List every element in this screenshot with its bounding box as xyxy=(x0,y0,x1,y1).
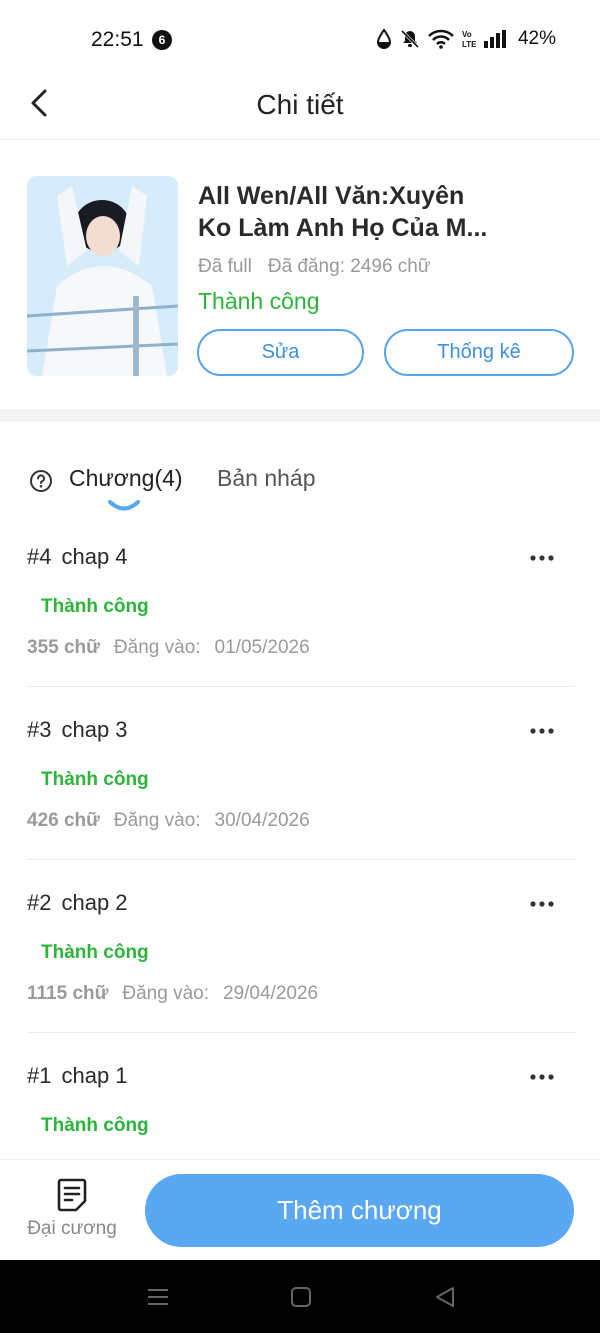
chapter-date: 30/04/2026 xyxy=(214,810,310,831)
mute-icon xyxy=(400,29,420,49)
section-divider xyxy=(0,409,600,422)
chapter-number: #4 xyxy=(27,544,52,569)
status-bar: 22:51 6 Vo LTE 42% xyxy=(0,0,600,80)
chapter-meta: 355 chữ Đăng vào: 01/05/2026 xyxy=(27,637,310,659)
home-square-icon xyxy=(291,1287,311,1307)
book-status: Thành công xyxy=(198,288,320,314)
outline-label: Đại cương xyxy=(27,1218,117,1239)
book-title: All Wen/All Văn:Xuyên Ko Làm Anh Họ Của … xyxy=(198,180,528,244)
chapter-word-count: 426 chữ xyxy=(27,810,100,831)
svg-text:Vo: Vo xyxy=(462,30,472,39)
status-icons: Vo LTE 42% xyxy=(376,28,556,50)
chapter-title: #2 chap 2 xyxy=(27,890,128,916)
more-options-button[interactable] xyxy=(525,890,559,918)
chapter-meta: 426 chữ Đăng vào: 30/04/2026 xyxy=(27,810,310,832)
wifi-icon xyxy=(428,29,454,49)
nav-home-button[interactable] xyxy=(288,1284,314,1310)
data-saver-icon xyxy=(376,29,392,49)
chapter-item[interactable]: #4 chap 4 Thành công 355 chữ Đăng vào: 01/0… xyxy=(27,514,575,687)
bottom-action-bar: Đại cương Thêm chương xyxy=(0,1159,600,1260)
chapter-meta: 1115 chữ Đăng vào: 29/04/2026 xyxy=(27,983,318,1005)
chapter-date-label: Đăng vào: xyxy=(122,983,210,1004)
chapter-item[interactable]: #2 chap 2 Thành công 1115 chữ Đăng vào: 29/… xyxy=(27,860,575,1033)
chapter-name: chap 1 xyxy=(61,1063,128,1088)
more-options-button[interactable] xyxy=(525,717,559,745)
more-dots-icon xyxy=(530,901,554,907)
edit-button[interactable]: Sửa xyxy=(197,329,364,376)
chapter-name: chap 2 xyxy=(61,890,128,915)
chapter-status: Thành công xyxy=(41,942,149,963)
system-navigation-bar xyxy=(0,1260,600,1333)
back-triangle-icon xyxy=(436,1287,454,1307)
add-chapter-button[interactable]: Thêm chương xyxy=(145,1174,574,1247)
tab-chapters[interactable]: Chương(4) xyxy=(69,465,183,492)
app-header: Chi tiết xyxy=(0,70,600,140)
volte-icon: Vo LTE xyxy=(462,29,476,49)
nav-back-button[interactable] xyxy=(432,1284,458,1310)
battery-level: 42% xyxy=(517,28,556,49)
chapter-list: #4 chap 4 Thành công 355 chữ Đăng vào: 01/0… xyxy=(27,514,575,1206)
more-options-button[interactable] xyxy=(525,544,559,572)
more-dots-icon xyxy=(530,1074,554,1080)
chapter-status: Thành công xyxy=(41,596,149,617)
nav-recents-button[interactable] xyxy=(145,1284,171,1310)
chapter-name: chap 4 xyxy=(61,544,128,569)
book-title-line-2: Ko Làm Anh Họ Của M... xyxy=(198,214,488,242)
status-time: 22:51 xyxy=(91,28,144,51)
chapter-date: 01/05/2026 xyxy=(214,637,310,658)
chapter-title: #4 chap 4 xyxy=(27,544,128,570)
page-title: Chi tiết xyxy=(256,89,344,120)
more-options-button[interactable] xyxy=(525,1063,559,1091)
outline-button[interactable]: Đại cương xyxy=(22,1178,122,1250)
chapter-number: #2 xyxy=(27,890,52,915)
chapter-tabs: Chương(4) Bản nháp xyxy=(27,460,575,520)
chapter-word-count: 1115 chữ xyxy=(27,983,109,1004)
book-word-count: Đã đăng: 2496 chữ xyxy=(267,256,431,277)
chapter-title: #1 chap 1 xyxy=(27,1063,128,1089)
chapter-title: #3 chap 3 xyxy=(27,717,128,743)
book-state: Đã full xyxy=(198,256,252,277)
more-dots-icon xyxy=(530,728,554,734)
statistics-button[interactable]: Thống kê xyxy=(384,329,574,376)
chapter-name: chap 3 xyxy=(61,717,128,742)
more-dots-icon xyxy=(530,555,554,561)
book-meta: Đã full Đã đăng: 2496 chữ xyxy=(198,256,431,278)
chapter-date-label: Đăng vào: xyxy=(113,810,201,831)
chapter-status: Thành công xyxy=(41,1115,149,1136)
book-cover-image[interactable] xyxy=(27,176,178,376)
chapter-word-count: 355 chữ xyxy=(27,637,100,658)
document-icon xyxy=(22,1178,122,1212)
tab-drafts[interactable]: Bản nháp xyxy=(217,465,315,492)
notification-count-badge: 6 xyxy=(152,30,172,50)
chapter-number: #3 xyxy=(27,717,52,742)
chapter-date: 29/04/2026 xyxy=(223,983,319,1004)
tab-active-indicator xyxy=(108,500,140,511)
help-icon[interactable] xyxy=(29,469,53,493)
signal-icon xyxy=(483,30,508,48)
svg-text:LTE: LTE xyxy=(462,40,476,49)
menu-lines-icon xyxy=(148,1289,168,1305)
chapter-status: Thành công xyxy=(41,769,149,790)
chapter-item[interactable]: #3 chap 3 Thành công 426 chữ Đăng vào: 30/0… xyxy=(27,687,575,860)
chapter-date-label: Đăng vào: xyxy=(113,637,201,658)
book-title-line-1: All Wen/All Văn:Xuyên xyxy=(198,182,465,210)
chapter-number: #1 xyxy=(27,1063,52,1088)
book-card: All Wen/All Văn:Xuyên Ko Làm Anh Họ Của … xyxy=(27,176,575,376)
